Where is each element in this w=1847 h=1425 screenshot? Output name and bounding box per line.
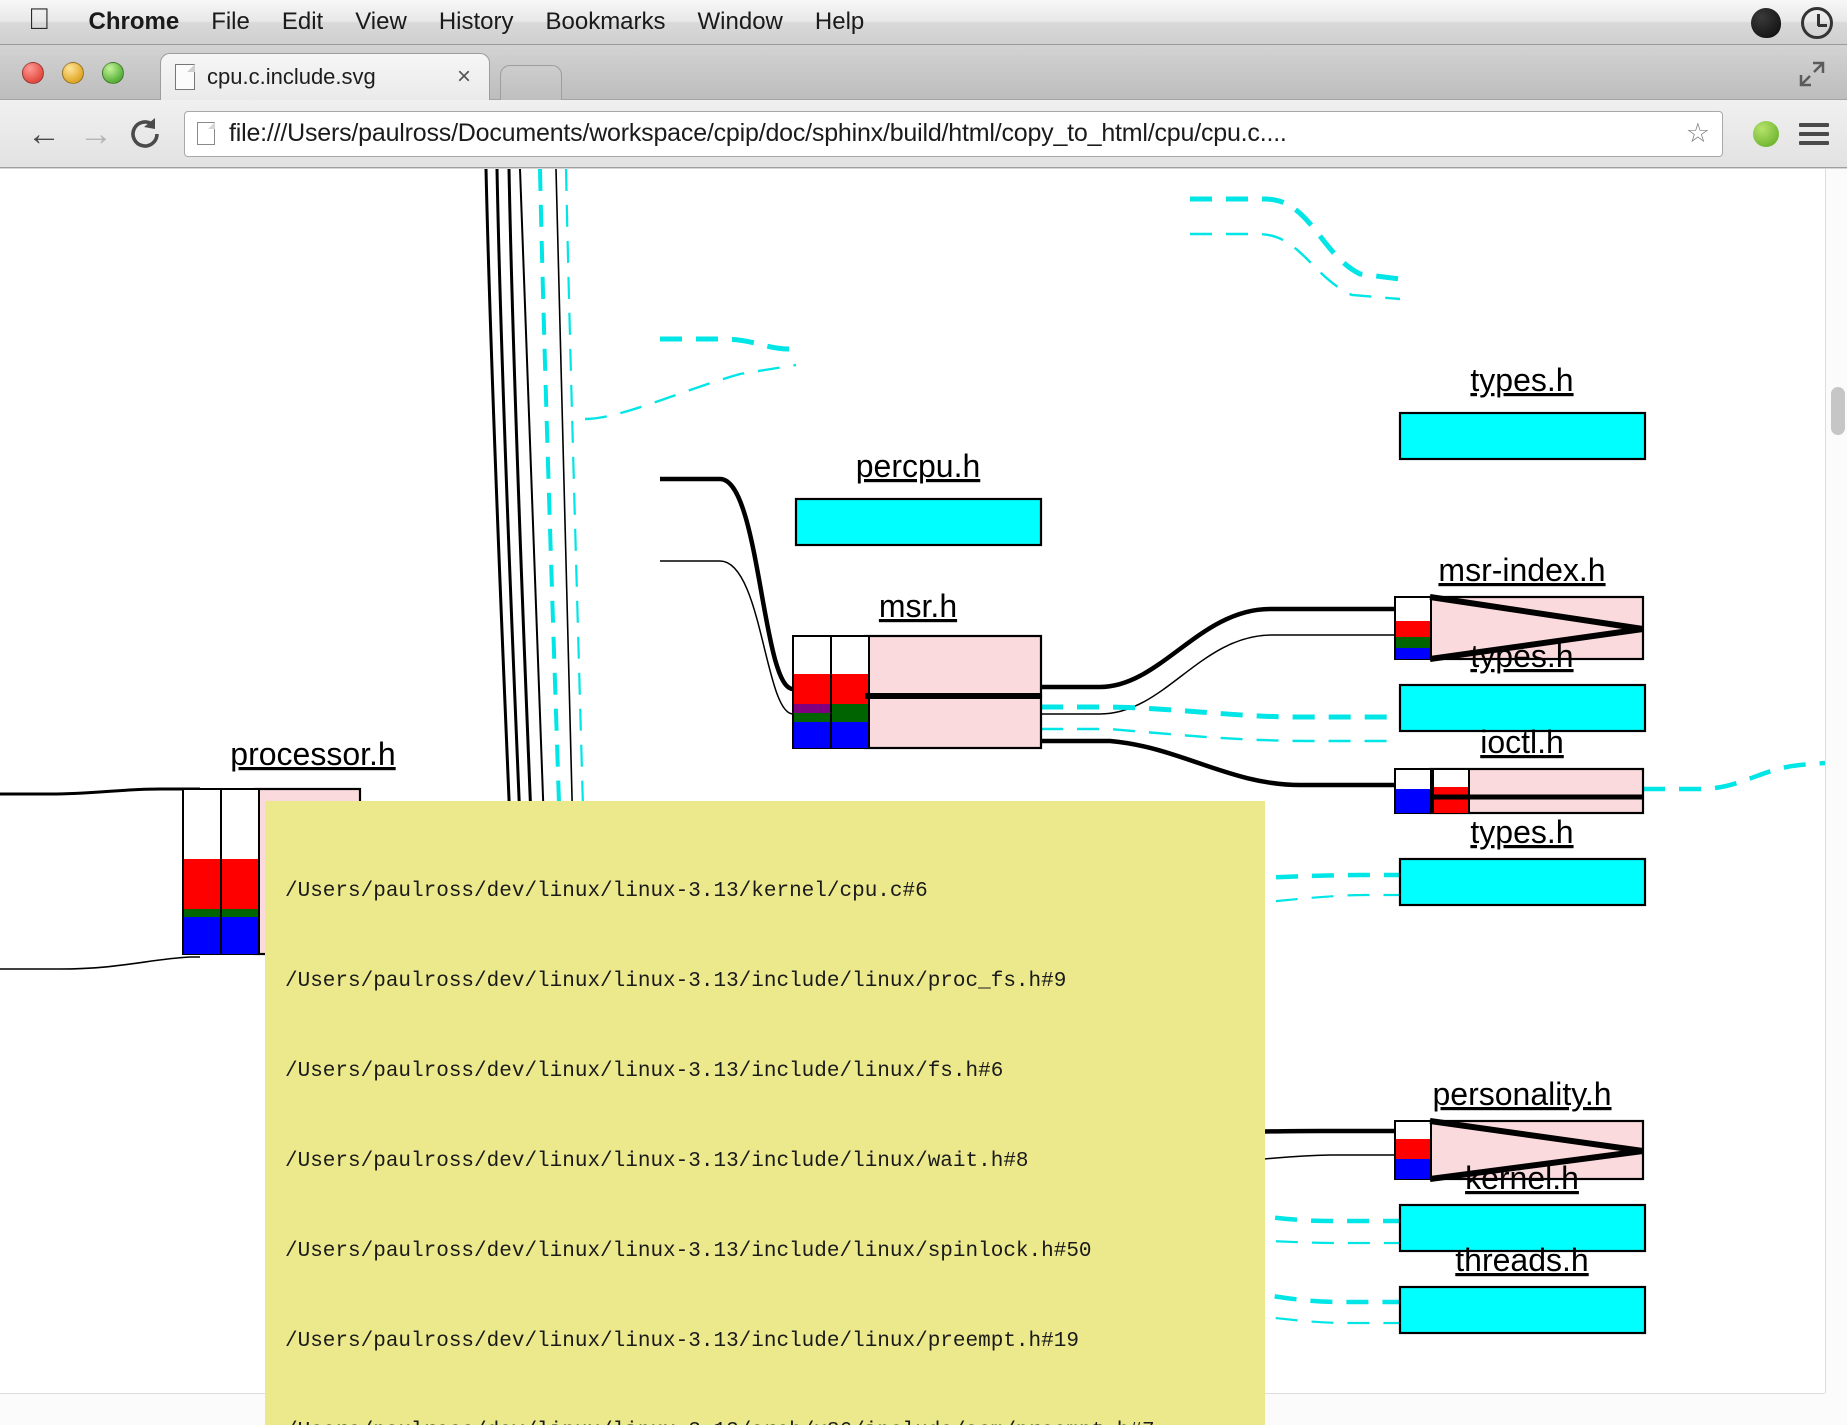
svg-text:percpu.h: percpu.h <box>856 448 981 484</box>
node-msr-h[interactable]: msr.h <box>793 588 1041 748</box>
tooltip-line: /Users/paulross/dev/linux/linux-3.13/arc… <box>285 1417 1265 1425</box>
node-types-h-1[interactable]: types.h <box>1400 362 1645 459</box>
bookmark-star-icon[interactable]: ☆ <box>1686 118 1710 149</box>
close-icon[interactable]: × <box>453 65 475 89</box>
path-tooltip: /Users/paulross/dev/linux/linux-3.13/ker… <box>265 801 1265 1425</box>
forward-button[interactable]: → <box>70 117 122 151</box>
address-bar[interactable]: file:///Users/paulross/Documents/workspa… <box>184 111 1723 157</box>
tooltip-line: /Users/paulross/dev/linux/linux-3.13/inc… <box>285 1237 1265 1267</box>
fullscreen-expand-icon[interactable] <box>1799 61 1825 87</box>
menu-item-bookmarks[interactable]: Bookmarks <box>529 8 681 36</box>
edge-solid-to-msr <box>660 479 793 714</box>
menu-bar-status-icons <box>1751 0 1833 45</box>
menu-item-edit[interactable]: Edit <box>266 8 339 36</box>
tooltip-line: /Users/paulross/dev/linux/linux-3.13/inc… <box>285 1327 1265 1357</box>
node-types-h-3[interactable]: types.h <box>1400 814 1645 905</box>
menu-item-help[interactable]: Help <box>799 8 880 36</box>
svg-text:types.h: types.h <box>1470 814 1573 850</box>
menu-item-view[interactable]: View <box>339 8 423 36</box>
tooltip-line: /Users/paulross/dev/linux/linux-3.13/inc… <box>285 1147 1265 1177</box>
tab-title: cpu.c.include.svg <box>207 64 453 90</box>
tooltip-line: /Users/paulross/dev/linux/linux-3.13/inc… <box>285 967 1265 997</box>
svg-text:msr-index.h: msr-index.h <box>1438 552 1605 588</box>
menu-item-chrome[interactable]: Chrome <box>73 8 196 36</box>
menu-item-window[interactable]: Window <box>682 8 799 36</box>
hamburger-menu-icon[interactable] <box>1799 118 1829 150</box>
svg-text:processor.h: processor.h <box>230 736 395 772</box>
tooltip-line: /Users/paulross/dev/linux/linux-3.13/ker… <box>285 877 1265 907</box>
apple-logo-icon[interactable]:  <box>28 5 51 35</box>
menu-item-history[interactable]: History <box>423 8 530 36</box>
svg-text:types.h: types.h <box>1470 362 1573 398</box>
chrome-browser-window: cpu.c.include.svg × ← → file:///Users/pa… <box>0 45 1847 1425</box>
mac-menu-bar:  Chrome File Edit View History Bookmark… <box>0 0 1847 45</box>
menu-item-file[interactable]: File <box>195 8 266 36</box>
new-tab-button[interactable] <box>500 65 562 100</box>
url-text: file:///Users/paulross/Documents/workspa… <box>229 119 1678 148</box>
svg-text:ioctl.h: ioctl.h <box>1480 724 1564 760</box>
tooltip-line: /Users/paulross/dev/linux/linux-3.13/inc… <box>285 1057 1265 1087</box>
node-percpu-h[interactable]: percpu.h <box>796 448 1041 545</box>
node-threads-h[interactable]: threads.h <box>1400 1242 1645 1333</box>
browser-tab[interactable]: cpu.c.include.svg × <box>160 53 490 100</box>
tab-strip: cpu.c.include.svg × <box>0 45 1847 100</box>
edge-dashed-to-percpu <box>585 339 798 419</box>
edge-dashed-to-types-top <box>1190 199 1400 299</box>
back-button[interactable]: ← <box>18 117 70 151</box>
svg-text:types.h: types.h <box>1470 638 1573 674</box>
close-button[interactable] <box>22 62 44 84</box>
scrollbar-corner <box>1825 1393 1847 1425</box>
browser-toolbar: ← → file:///Users/paulross/Documents/wor… <box>0 100 1847 168</box>
time-machine-clock-icon[interactable] <box>1801 7 1833 39</box>
extension-dot-icon[interactable] <box>1753 121 1779 147</box>
node-ioctl-h[interactable]: ioctl.h <box>1395 724 1643 813</box>
file-icon <box>175 64 195 90</box>
svg-page-viewport[interactable]: .nlabel { font-family: "Liberation Sans"… <box>0 169 1847 1425</box>
svg-text:kernel.h: kernel.h <box>1465 1160 1579 1196</box>
vertical-scroll-thumb[interactable] <box>1831 387 1845 435</box>
vertical-scrollbar[interactable] <box>1825 169 1847 1393</box>
zoom-button[interactable] <box>102 62 124 84</box>
svg-text:personality.h: personality.h <box>1432 1076 1611 1112</box>
svg-text:msr.h: msr.h <box>879 588 957 624</box>
svg-text:threads.h: threads.h <box>1455 1242 1588 1278</box>
reload-icon[interactable] <box>122 111 168 157</box>
spotlight-dot-icon[interactable] <box>1751 8 1781 38</box>
document-icon <box>197 122 215 145</box>
window-controls <box>22 62 124 84</box>
minimize-button[interactable] <box>62 62 84 84</box>
